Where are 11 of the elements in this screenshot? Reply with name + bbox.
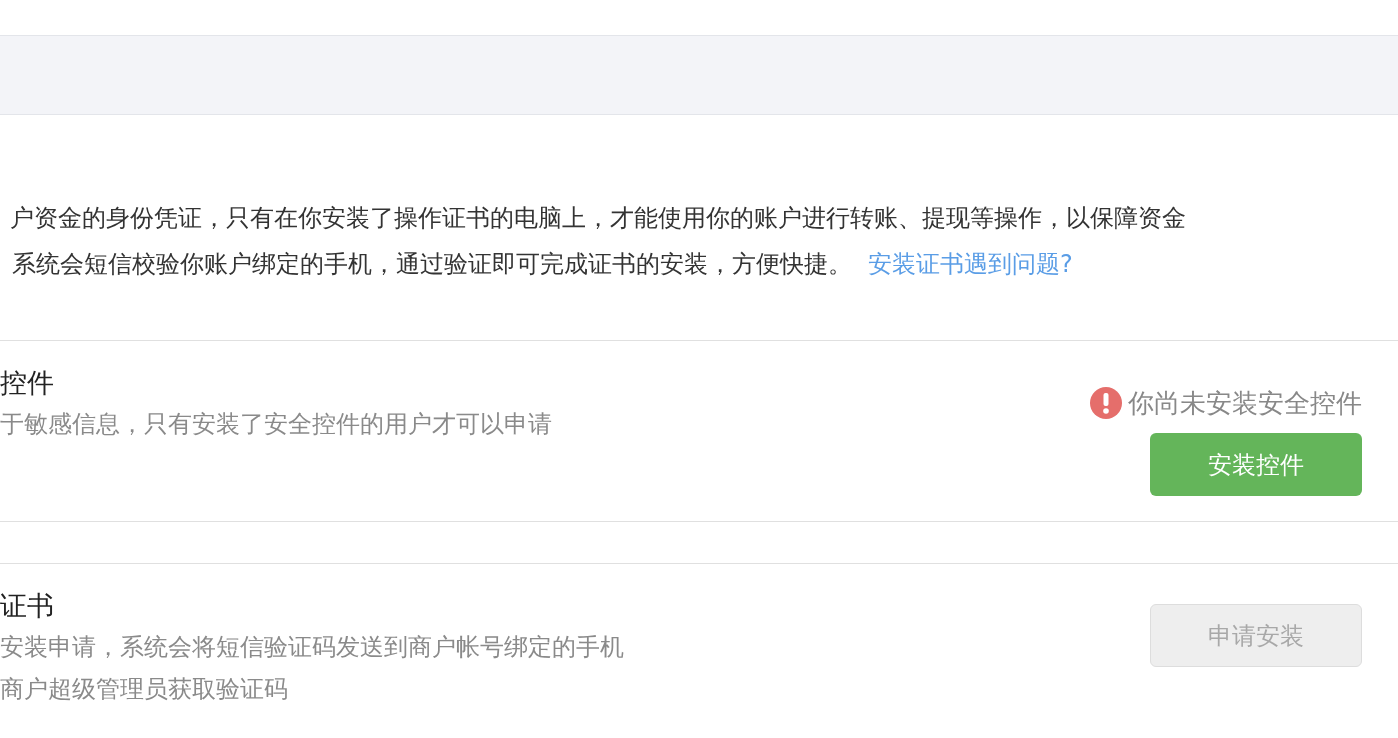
- intro-text: 系统会短信校验你账户绑定的手机，通过验证即可完成证书的安装，方便快捷。: [12, 249, 852, 280]
- section-title: 证书: [0, 589, 55, 623]
- install-button[interactable]: 安装控件: [1150, 433, 1362, 496]
- section-description: 安装申请，系统会将短信验证码发送到商户帐号绑定的手机: [0, 632, 624, 663]
- section-title: 控件: [0, 366, 55, 400]
- warning-text: 你尚未安装安全控件: [1128, 386, 1362, 420]
- help-link[interactable]: 安装证书遇到问题?: [868, 246, 1073, 282]
- intro-text: 户资金的身份凭证，只有在你安装了操作证书的电脑上，才能使用你的账户进行转账、提现等操作，以保障资金: [10, 203, 1187, 234]
- warning-icon: [1090, 387, 1122, 419]
- section-description: 商户超级管理员获取验证码: [0, 674, 289, 705]
- section-description: 于敏感信息，只有安装了安全控件的用户才可以申请: [0, 409, 552, 440]
